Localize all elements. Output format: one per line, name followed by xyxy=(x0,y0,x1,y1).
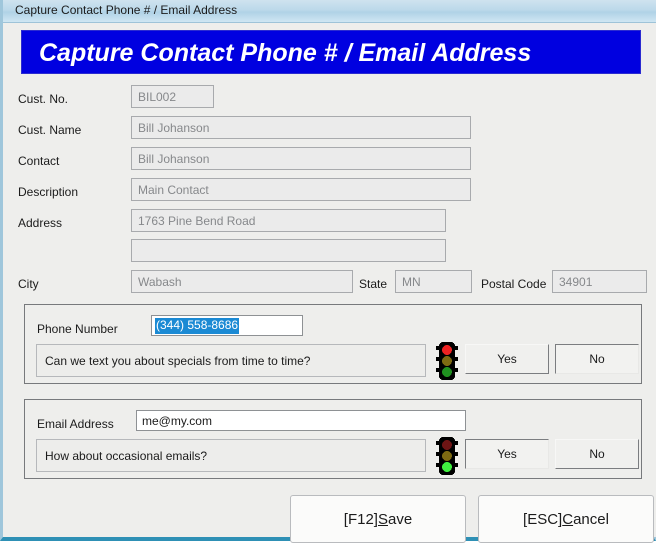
phone-number-label: Phone Number xyxy=(37,322,118,336)
city-field[interactable]: Wabash xyxy=(131,270,353,293)
save-button-accel: S xyxy=(377,510,388,528)
description-field[interactable]: Main Contact xyxy=(131,178,471,201)
contact-field[interactable]: Bill Johanson xyxy=(131,147,471,170)
cancel-button-prefix: [ESC] xyxy=(523,510,563,528)
email-section-group: Email Address me@my.com How about occasi… xyxy=(24,399,642,479)
save-button[interactable]: [F12] Save xyxy=(290,495,466,543)
window-title: Capture Contact Phone # / Email Address xyxy=(15,3,238,17)
save-button-suffix: ave xyxy=(388,510,413,528)
phone-consent-question: Can we text you about specials from time… xyxy=(36,344,426,377)
cancel-button[interactable]: [ESC] Cancel xyxy=(478,495,654,543)
phone-yes-button[interactable]: Yes xyxy=(465,344,549,374)
page-header-banner: Capture Contact Phone # / Email Address xyxy=(21,30,641,74)
cust-name-field[interactable]: Bill Johanson xyxy=(131,116,471,139)
traffic-light-icon xyxy=(436,342,458,380)
save-button-prefix: [F12] xyxy=(343,510,378,528)
address-line1-field[interactable]: 1763 Pine Bend Road xyxy=(131,209,446,232)
application-window: Capture Contact Phone # / Email Address … xyxy=(0,0,656,543)
phone-no-button[interactable]: No xyxy=(555,344,639,374)
email-no-button[interactable]: No xyxy=(555,439,639,469)
address-line2-field[interactable] xyxy=(131,239,446,262)
phone-number-value: (344) 558-8686 xyxy=(155,317,240,334)
cancel-button-accel: C xyxy=(562,510,574,528)
address-label: Address xyxy=(18,216,63,230)
city-label: City xyxy=(18,277,39,291)
state-label: State xyxy=(359,277,388,291)
description-label: Description xyxy=(18,185,79,199)
page-title: Capture Contact Phone # / Email Address xyxy=(39,39,532,67)
postal-code-label: Postal Code xyxy=(481,277,547,291)
state-field[interactable]: MN xyxy=(395,270,472,293)
window-titlebar: Capture Contact Phone # / Email Address xyxy=(3,0,656,23)
email-address-label: Email Address xyxy=(37,417,114,431)
traffic-light-icon xyxy=(436,437,458,475)
email-yes-button[interactable]: Yes xyxy=(465,439,549,469)
phone-number-input[interactable]: (344) 558-8686 xyxy=(151,315,303,336)
email-consent-question: How about occasional emails? xyxy=(36,439,426,472)
window-client-area: Capture Contact Phone # / Email Address … xyxy=(6,23,656,543)
phone-section-group: Phone Number (344) 558-8686 Can we text … xyxy=(24,304,642,384)
cust-no-label: Cust. No. xyxy=(18,92,69,106)
cust-no-field[interactable]: BIL002 xyxy=(131,85,214,108)
postal-code-field[interactable]: 34901 xyxy=(552,270,647,293)
cust-name-label: Cust. Name xyxy=(18,123,82,137)
cancel-button-suffix: ancel xyxy=(573,510,609,528)
email-address-input[interactable]: me@my.com xyxy=(136,410,466,431)
contact-label: Contact xyxy=(18,154,60,168)
